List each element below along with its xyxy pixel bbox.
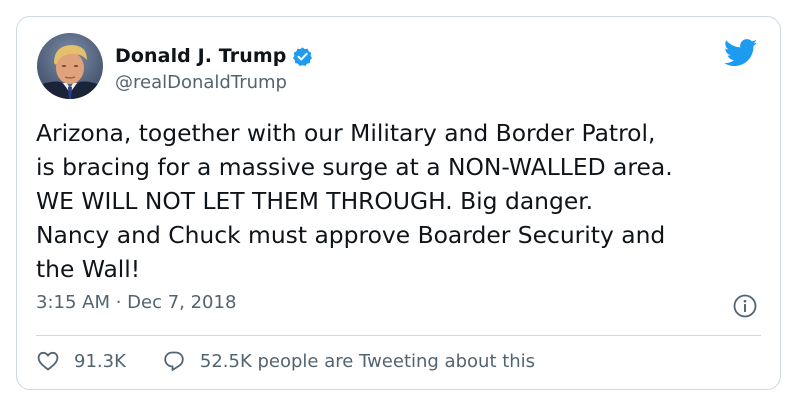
tweet-text-line: Nancy and Chuck must approve Boarder Sec… bbox=[36, 221, 666, 249]
divider bbox=[36, 335, 761, 336]
tweet-timestamp[interactable]: 3:15 AM · Dec 7, 2018 bbox=[36, 292, 236, 313]
tweet-text-line: WE WILL NOT LET THEM THROUGH. Big danger… bbox=[36, 187, 594, 215]
like-button[interactable]: 91.3K bbox=[36, 349, 126, 373]
author-name-row: Donald J. Trump bbox=[115, 43, 313, 69]
twitter-bird-icon[interactable] bbox=[723, 39, 758, 67]
speech-bubble-icon bbox=[162, 349, 186, 373]
heart-icon bbox=[36, 349, 60, 373]
tweet-text-line: is bracing for a massive surge at a NON-… bbox=[36, 153, 673, 181]
author-handle[interactable]: @realDonaldTrump bbox=[115, 72, 287, 93]
tweet-card[interactable]: Donald J. Trump @realDonaldTrump Arizona… bbox=[16, 16, 781, 390]
tweeting-about-text: 52.5K people are Tweeting about this bbox=[199, 350, 536, 372]
tweet-actions: 91.3K 52.5K people are Tweeting about th… bbox=[36, 347, 535, 375]
info-icon[interactable] bbox=[732, 293, 758, 319]
avatar[interactable] bbox=[37, 33, 103, 99]
tweet-text-line: Arizona, together with our Military and … bbox=[36, 119, 656, 147]
tweet-text-line: the Wall! bbox=[36, 255, 141, 283]
like-count: 91.3K bbox=[74, 350, 126, 372]
tweet-text: Arizona, together with our Military and … bbox=[36, 116, 764, 286]
verified-badge-icon bbox=[292, 46, 313, 67]
display-name[interactable]: Donald J. Trump bbox=[115, 45, 286, 67]
tweeting-about-link[interactable]: 52.5K people are Tweeting about this bbox=[162, 349, 535, 373]
